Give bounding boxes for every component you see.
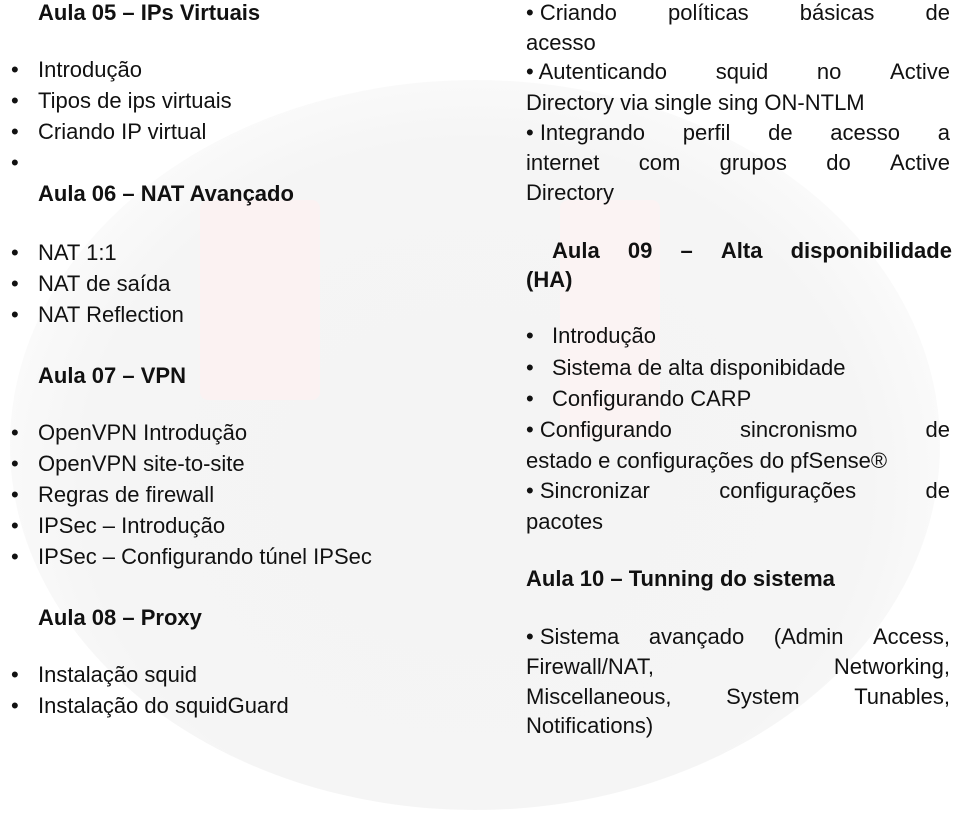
section-title-aula09: Aula 09 – Alta disponibilidade [552,238,952,264]
bullet-icon: • [11,482,19,507]
word: Miscellaneous, [526,684,672,709]
bullet-icon: • [526,355,534,380]
list-item: OpenVPN Introdução [38,420,248,445]
word: • Sistema [526,624,620,649]
list-item: Introdução [38,57,142,82]
word: do [826,150,851,175]
word: System [726,684,800,709]
word: Alta [720,238,763,263]
bullet-icon: • [11,662,19,687]
watermark-logo-letter-p [200,200,320,400]
list-item-continuation: acesso [526,30,596,55]
list-item: Tipos de ips virtuais [38,88,232,113]
word: perfil [682,120,731,145]
word: Active [890,59,950,84]
word: sincronismo [740,417,858,442]
list-item: Instalação squid [38,662,197,687]
bullet-icon: • [11,119,19,144]
bullet-icon: • [11,420,19,445]
list-item: IPSec – Introdução [38,513,226,538]
list-item-justified-line: Firewall/NAT, Networking, [526,654,950,680]
word: 09 [627,238,653,263]
word: squid [715,59,769,84]
bullet-icon: • [11,271,19,296]
bullet-icon: • [11,240,19,265]
bullet-icon: • [11,451,19,476]
section-title-aula10: Aula 10 – Tunning do sistema [526,566,835,591]
word: com [638,150,681,175]
word: disponibilidade [790,238,952,263]
list-item-justified-line: Miscellaneous, System Tunables, [526,684,950,710]
word: de [925,478,950,503]
section-title-aula05: Aula 05 – IPs Virtuais [38,0,261,25]
list-item: Regras de firewall [38,482,215,507]
list-item-justified-line: internet com grupos do Active [526,150,950,176]
list-item-continuation: Directory via single sing ON-NTLM [526,90,865,115]
word: Access, [872,624,950,649]
bullet-icon: • [11,693,19,718]
list-item-justified-line: • Criando políticas básicas de [526,0,950,26]
section-title-aula06: Aula 06 – NAT Avançado [38,181,294,206]
bullet-icon: • [11,150,19,175]
word: • Criando [526,0,617,25]
bullet-icon: • [526,323,534,348]
bullet-icon: • [526,386,534,411]
section-title-aula08: Aula 08 – Proxy [38,605,202,630]
bullet-icon: • [11,57,19,82]
word: configurações [719,478,857,503]
word: Active [890,150,950,175]
list-item: NAT 1:1 [38,240,117,265]
list-item-continuation: pacotes [526,509,604,534]
bullet-icon: • [11,544,19,569]
word: • Sincronizar [526,478,650,503]
bullet-icon: • [11,513,19,538]
list-item: Criando IP virtual [38,119,207,144]
list-item-continuation: Notifications) [526,713,654,738]
bullet-icon: • [11,88,19,113]
word: básicas [799,0,875,25]
list-item-justified-line: • Integrando perfil de acesso a [526,120,950,146]
word: Firewall/NAT, [526,654,654,679]
word: grupos [719,150,787,175]
word: (Admin [773,624,844,649]
word: • Autenticando [526,59,668,84]
list-item: Sistema de alta disponibidade [552,355,846,380]
word: Networking, [833,654,950,679]
word: de [768,120,793,145]
section-title-aula07: Aula 07 – VPN [38,363,186,388]
list-item: OpenVPN site-to-site [38,451,245,476]
word: acesso [830,120,901,145]
list-item-justified-line: • Sistema avançado (Admin Access, [526,624,950,650]
word: de [925,417,950,442]
word: avançado [648,624,745,649]
word: • Integrando [526,120,646,145]
list-item-continuation: Directory [526,180,615,205]
list-item: Configurando CARP [552,386,752,411]
list-item: Introdução [552,323,656,348]
word: políticas [667,0,749,25]
word: Aula [552,238,600,263]
bullet-icon: • [11,302,19,327]
word: Tunables, [854,684,950,709]
word: – [680,238,693,263]
list-item: IPSec – Configurando túnel IPSec [38,544,372,569]
list-item-justified-line: • Sincronizar configurações de [526,478,950,504]
list-item: Instalação do squidGuard [38,693,289,718]
word: internet [526,150,600,175]
word: • Configurando [526,417,672,442]
list-item-justified-line: • Configurando sincronismo de [526,417,950,443]
word: a [937,120,950,145]
word: de [925,0,950,25]
list-item: NAT Reflection [38,302,184,327]
list-item-justified-line: • Autenticando squid no Active [526,59,950,85]
word: no [816,59,842,84]
list-item-continuation: estado e configurações do pfSense® [526,448,888,473]
section-title-aula09-line2: (HA) [526,267,573,292]
list-item: NAT de saída [38,271,171,296]
